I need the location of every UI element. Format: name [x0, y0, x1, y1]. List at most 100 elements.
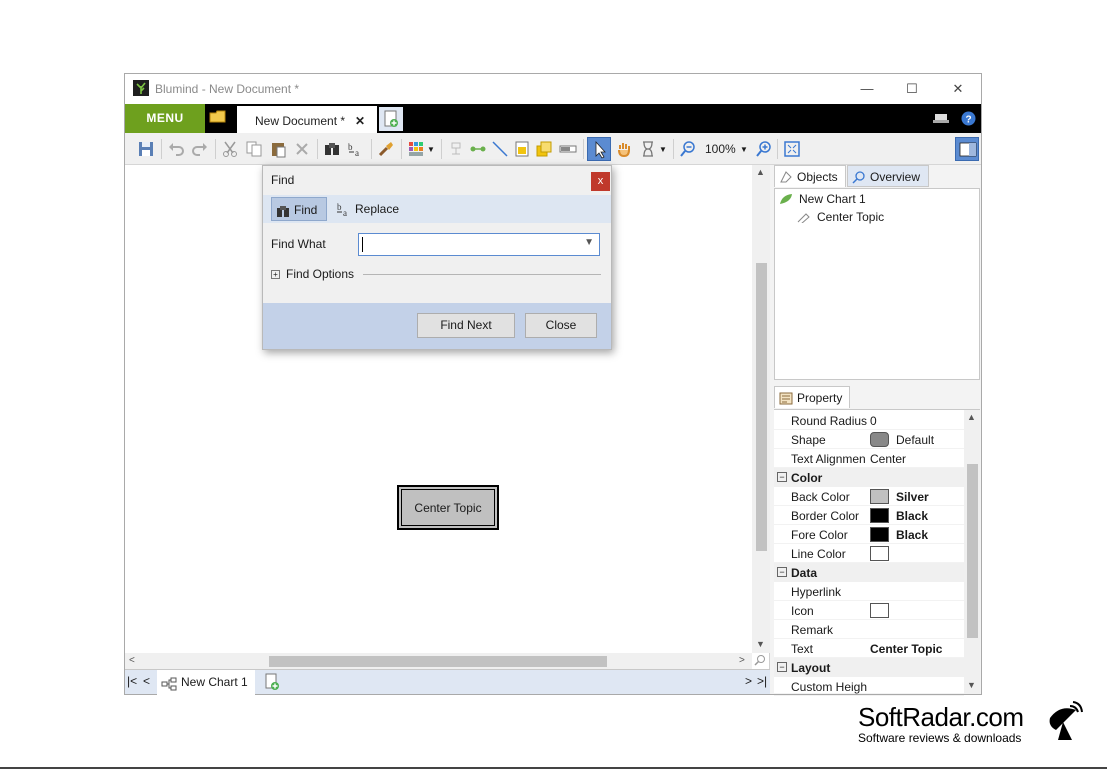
progress-bar-icon[interactable]: [559, 140, 577, 158]
next-tab-icon[interactable]: >: [745, 674, 752, 688]
property-scrollbar[interactable]: ▲ ▼: [964, 410, 980, 694]
toggle-panel-button[interactable]: [955, 137, 979, 161]
cut-icon[interactable]: [221, 140, 239, 158]
save-icon[interactable]: [137, 140, 155, 158]
vertical-scrollbar[interactable]: ▲ ▼: [752, 165, 770, 653]
find-next-button[interactable]: Find Next: [417, 313, 515, 338]
prop-remark[interactable]: Remark: [774, 620, 964, 639]
format-painter-icon[interactable]: [377, 140, 395, 158]
zoom-in-icon[interactable]: [755, 140, 773, 158]
tab-overview[interactable]: Overview: [847, 165, 929, 187]
prop-back-color[interactable]: Back Color Silver: [774, 487, 964, 506]
magnifier-icon[interactable]: [753, 654, 769, 668]
prop-shape[interactable]: Shape Default: [774, 430, 964, 449]
redo-icon[interactable]: [191, 140, 209, 158]
minimize-button[interactable]: —: [857, 80, 877, 98]
prop-text-alignment[interactable]: Text Alignmen Center: [774, 449, 964, 468]
chart-tab-bar: |< < New Chart 1 > >|: [125, 669, 770, 695]
category-color[interactable]: − Color: [774, 468, 964, 487]
notification-icon[interactable]: [933, 112, 949, 124]
collapse-icon[interactable]: −: [777, 472, 787, 482]
find-options-toggle[interactable]: + Find Options: [271, 267, 354, 281]
right-panel: Objects Overview New Chart 1 Center Topi…: [773, 165, 981, 696]
chevron-down-icon[interactable]: ▼: [740, 145, 748, 154]
scroll-right-icon[interactable]: >: [739, 655, 745, 666]
prop-text[interactable]: Text Center Topic: [774, 639, 964, 658]
property-scroll-thumb[interactable]: [967, 464, 978, 638]
collapse-icon[interactable]: −: [777, 567, 787, 577]
center-topic-node[interactable]: Center Topic: [397, 485, 499, 530]
menu-button[interactable]: MENU: [125, 104, 205, 133]
scroll-up-icon[interactable]: ▲: [756, 167, 765, 177]
scroll-down-icon[interactable]: ▼: [756, 639, 765, 649]
tab-replace[interactable]: ba Replace: [333, 197, 403, 221]
prop-round-radius[interactable]: Round Radius 0: [774, 411, 964, 430]
find-dialog-close-button[interactable]: x: [591, 172, 610, 191]
replace-icon[interactable]: ba: [347, 140, 365, 158]
document-tab[interactable]: New Document * ✕: [237, 106, 377, 133]
expand-icon[interactable]: +: [271, 270, 280, 279]
line-icon[interactable]: [491, 140, 509, 158]
delete-icon[interactable]: [293, 140, 311, 158]
prop-icon[interactable]: Icon: [774, 601, 964, 620]
link-icon[interactable]: [469, 140, 487, 158]
maximize-button[interactable]: ☐: [902, 80, 922, 98]
fit-to-window-icon[interactable]: [783, 140, 801, 158]
close-button[interactable]: Close: [525, 313, 597, 338]
svg-text:a: a: [355, 148, 359, 158]
prev-tab-icon[interactable]: <: [143, 674, 150, 688]
softradar-watermark: SoftRadar.com Software reviews & downloa…: [858, 702, 1024, 745]
first-tab-icon[interactable]: |<: [127, 674, 137, 688]
widget-icon[interactable]: [535, 140, 553, 158]
collapse-icon[interactable]: −: [777, 662, 787, 672]
layout-grid-icon[interactable]: [407, 140, 425, 158]
timer-icon[interactable]: [639, 140, 657, 158]
scroll-up-icon[interactable]: ▲: [967, 412, 976, 422]
category-data[interactable]: − Data: [774, 563, 964, 582]
open-folder-icon[interactable]: [209, 110, 229, 126]
new-document-button[interactable]: [379, 107, 403, 131]
toolbar: ba ▼ ▼ 100% ▼: [125, 133, 981, 165]
zoom-out-icon[interactable]: [679, 140, 697, 158]
chevron-down-icon[interactable]: ▼: [584, 237, 594, 248]
prop-custom-height[interactable]: Custom Heigh: [774, 677, 964, 696]
border-color-swatch: [870, 508, 889, 523]
paste-icon[interactable]: [269, 140, 287, 158]
scroll-down-icon[interactable]: ▼: [967, 680, 976, 690]
prop-fore-color[interactable]: Fore Color Black: [774, 525, 964, 544]
tab-property[interactable]: Property: [774, 386, 850, 408]
prop-line-color[interactable]: Line Color: [774, 544, 964, 563]
chevron-down-icon[interactable]: ▼: [427, 145, 435, 154]
help-icon[interactable]: ?: [961, 111, 976, 126]
menu-bar: MENU New Document * ✕ ?: [125, 104, 981, 133]
last-tab-icon[interactable]: >|: [757, 674, 767, 688]
tab-objects[interactable]: Objects: [774, 165, 846, 187]
chart-tab-new-chart-1[interactable]: New Chart 1: [157, 670, 255, 695]
property-icon: [779, 390, 793, 405]
tree-item-topic-label: Center Topic: [817, 210, 885, 224]
copy-icon[interactable]: [245, 140, 263, 158]
prop-hyperlink[interactable]: Hyperlink: [774, 582, 964, 601]
horizontal-scrollbar[interactable]: < >: [125, 653, 752, 669]
category-layout[interactable]: − Layout: [774, 658, 964, 677]
add-chart-button[interactable]: [261, 671, 283, 693]
note-icon[interactable]: [513, 140, 531, 158]
chevron-down-icon[interactable]: ▼: [659, 145, 667, 154]
prop-border-color[interactable]: Border Color Black: [774, 506, 964, 525]
find-icon[interactable]: [323, 140, 341, 158]
find-what-combobox[interactable]: ▼: [358, 233, 600, 256]
horizontal-scroll-thumb[interactable]: [269, 656, 607, 667]
close-tab-icon[interactable]: ✕: [355, 106, 365, 136]
scroll-left-icon[interactable]: <: [129, 655, 135, 666]
fore-color-swatch: [870, 527, 889, 542]
line-color-swatch: [870, 546, 889, 561]
hand-icon[interactable]: [615, 140, 633, 158]
svg-text:a: a: [343, 208, 347, 217]
close-window-button[interactable]: ✕: [948, 80, 968, 98]
undo-icon[interactable]: [167, 140, 185, 158]
add-topic-icon[interactable]: [447, 140, 465, 158]
vertical-scroll-thumb[interactable]: [756, 263, 767, 551]
select-tool-button[interactable]: [587, 137, 611, 161]
tab-find[interactable]: Find: [271, 197, 327, 221]
zoom-level[interactable]: 100%: [705, 142, 736, 156]
